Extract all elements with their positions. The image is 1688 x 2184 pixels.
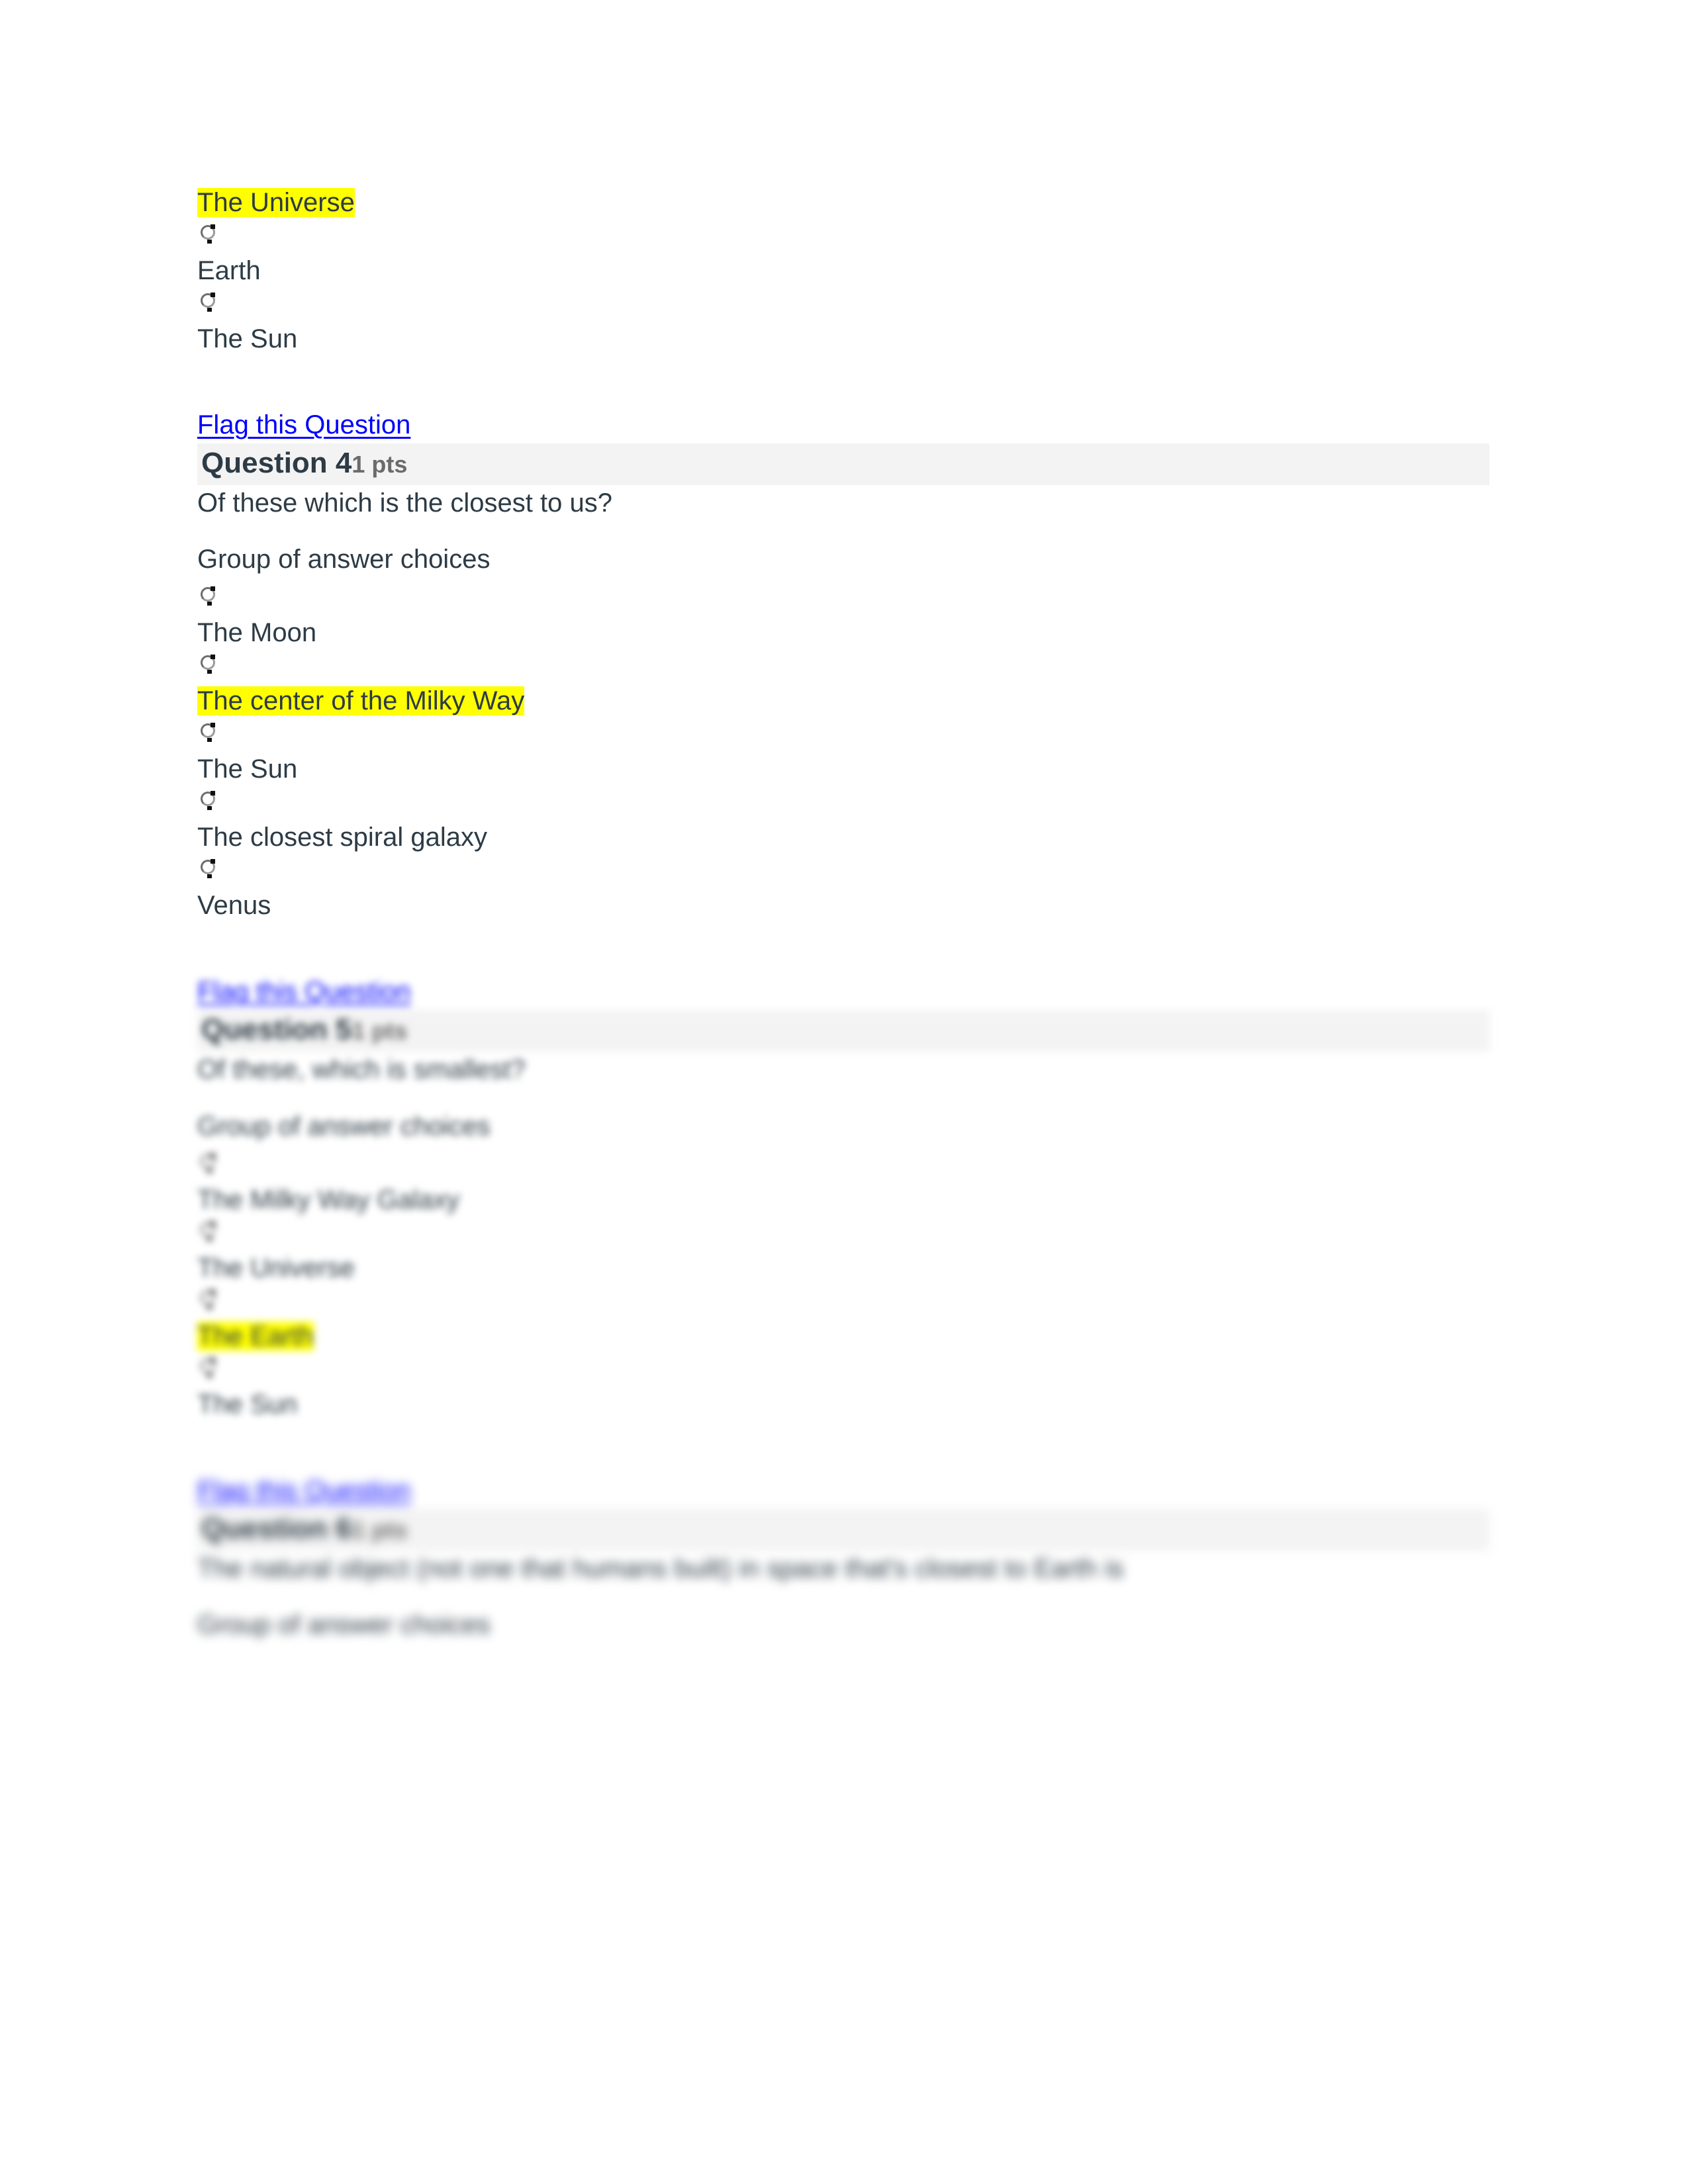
choice-label[interactable]: The Universe [197, 1255, 1489, 1281]
flag-this-question-link[interactable]: Flag this Question [197, 1476, 410, 1505]
radio-option[interactable] [197, 1281, 1489, 1323]
question-number: Question 6 [201, 1512, 352, 1545]
radio-button-icon[interactable] [201, 859, 215, 879]
question-6-prompt: The natural object (not one that humans … [197, 1553, 1124, 1583]
question-points: 1 pts [352, 451, 408, 478]
radio-option[interactable] [197, 646, 1489, 688]
question-number: Question 5 [201, 1013, 352, 1046]
flag-this-question-link[interactable]: Flag this Question [197, 410, 410, 439]
question-5-prompt: Of these, which is smallest? [197, 1055, 526, 1085]
radio-button-icon[interactable] [201, 655, 215, 674]
question-6-header: Question 61 pts [197, 1508, 1489, 1551]
question-5-group-label: Group of answer choices [197, 1111, 491, 1141]
radio-button-icon[interactable] [201, 1357, 215, 1377]
radio-option[interactable] [197, 1213, 1489, 1255]
question-points: 1 pts [352, 1516, 408, 1543]
quiz-content-column: The Universe Earth The Sun Flag this Que… [197, 188, 1489, 1643]
radio-button-icon[interactable] [201, 1221, 215, 1241]
question-6-group-label: Group of answer choices [197, 1610, 491, 1639]
choice-label[interactable]: Earth [197, 257, 1489, 284]
question-6-block: Flag this Question Question 61 pts The n… [197, 1476, 1489, 1643]
radio-button-icon[interactable] [201, 586, 215, 606]
radio-option[interactable] [197, 216, 1489, 257]
radio-button-icon[interactable] [201, 1153, 215, 1173]
question-number: Question 4 [201, 447, 352, 479]
choice-label: The center of the Milky Way [197, 686, 1489, 716]
choice-label[interactable]: The Sun [197, 326, 1489, 352]
radio-button-icon[interactable] [201, 293, 215, 312]
question-4-block: Flag this Question Question 41 pts Of th… [197, 410, 1489, 919]
radio-option[interactable] [197, 284, 1489, 326]
flag-this-question-link[interactable]: Flag this Question [197, 977, 410, 1006]
choice-text-highlighted[interactable]: The center of the Milky Way [197, 686, 525, 716]
choice-text-highlighted[interactable]: The Earth [197, 1321, 314, 1351]
choice-label[interactable]: The Sun [197, 1391, 1489, 1418]
choice-label[interactable]: The Milky Way Galaxy [197, 1187, 1489, 1213]
choice-label: The Earth [197, 1321, 1489, 1351]
choice-label: The Universe [197, 188, 1489, 217]
radio-button-icon[interactable] [201, 723, 215, 743]
choice-text-highlighted[interactable]: The Universe [197, 188, 355, 217]
radio-option[interactable] [197, 578, 1489, 619]
choice-label[interactable]: Venus [197, 892, 1489, 919]
question-points: 1 pts [352, 1017, 408, 1045]
radio-option[interactable] [197, 850, 1489, 892]
question-5-block: Flag this Question Question 51 pts Of th… [197, 977, 1489, 1418]
radio-option[interactable] [197, 1349, 1489, 1391]
radio-button-icon[interactable] [201, 791, 215, 811]
radio-option[interactable] [197, 782, 1489, 824]
choice-label[interactable]: The closest spiral galaxy [197, 824, 1489, 850]
choice-label[interactable]: The Sun [197, 756, 1489, 782]
radio-button-icon[interactable] [201, 224, 215, 244]
radio-button-icon[interactable] [201, 1289, 215, 1309]
question-5-header: Question 51 pts [197, 1010, 1489, 1052]
choice-label[interactable]: The Moon [197, 619, 1489, 646]
radio-option[interactable] [197, 1145, 1489, 1187]
question-4-prompt: Of these which is the closest to us? [197, 488, 612, 518]
question-3-choices: The Universe Earth The Sun [197, 188, 1489, 352]
document-page: The Universe Earth The Sun Flag this Que… [0, 0, 1688, 2184]
question-4-header: Question 41 pts [197, 443, 1489, 485]
radio-option[interactable] [197, 714, 1489, 756]
question-4-group-label: Group of answer choices [197, 545, 491, 574]
